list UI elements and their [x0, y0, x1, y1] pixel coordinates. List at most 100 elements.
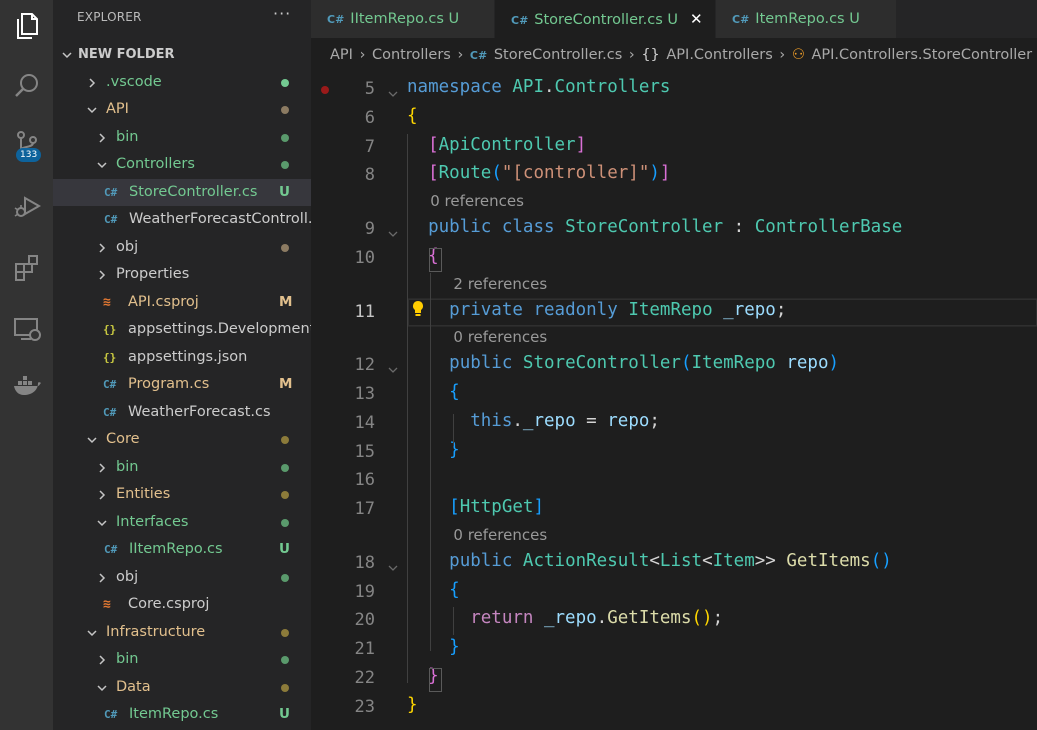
tab-label: StoreController.cs [534, 12, 663, 28]
tree-row[interactable]: C# ItemRepo.cs U [53, 701, 311, 728]
tree-row[interactable]: C# StoreController.cs U [53, 178, 311, 206]
line-number: 17 [354, 499, 375, 519]
chevron-right-icon[interactable] [96, 481, 108, 508]
editor-tab[interactable]: C# ItemRepo.cs U [716, 0, 896, 38]
fold-chevron-icon[interactable] [387, 559, 399, 571]
tree-row[interactable]: Controllers [53, 151, 311, 178]
tree-row[interactable]: bin [53, 454, 311, 481]
tree-row[interactable]: C# IItemRepo.cs U [53, 536, 311, 563]
breadcrumb-api[interactable]: API [330, 47, 353, 63]
tree-row[interactable]: obj [53, 564, 311, 591]
csharp-file-icon: C# [104, 543, 118, 556]
line-number: 8 [364, 165, 375, 185]
close-icon[interactable]: ✕ [690, 10, 703, 28]
csharp-file-icon: C# [327, 13, 345, 26]
codelens-references[interactable]: 0 references [430, 192, 524, 210]
docker-icon[interactable] [0, 362, 53, 410]
tree-item-label: Core.csproj [128, 596, 210, 612]
line-number: 11 [354, 302, 375, 322]
tree-row[interactable]: NEW FOLDER [53, 41, 311, 68]
chevron-right-icon[interactable] [96, 564, 108, 591]
codelens-references[interactable]: 0 references [453, 328, 547, 346]
fold-chevron-icon[interactable] [387, 361, 399, 373]
tree-row[interactable]: ≋ API.csproj M [53, 289, 311, 316]
breadcrumb-file[interactable]: StoreController.cs [494, 47, 622, 63]
remote-explorer-icon[interactable] [0, 304, 53, 352]
codelens-references[interactable]: 2 references [453, 275, 547, 293]
tree-row[interactable]: bin [53, 124, 311, 151]
chevron-right-icon[interactable] [96, 234, 108, 261]
code-line: public StoreController(ItemRepo repo) [449, 353, 840, 373]
tree-row[interactable]: Data [53, 674, 311, 701]
chevron-down-icon[interactable] [86, 619, 98, 646]
chevron-right-icon[interactable] [96, 454, 108, 481]
tree-row[interactable]: C# WeatherForecastControll... [53, 206, 311, 233]
breadcrumb-class[interactable]: API.Controllers.StoreController [811, 47, 1032, 63]
breadcrumb-namespace[interactable]: API.Controllers [666, 47, 772, 63]
csharp-file-icon: C# [104, 213, 118, 226]
breadcrumb-controllers[interactable]: Controllers [372, 47, 451, 63]
json-file-icon: {} [103, 350, 117, 364]
fold-chevron-icon[interactable] [387, 85, 399, 97]
codelens-references[interactable]: 0 references [453, 526, 547, 544]
editor-tab[interactable]: C# StoreController.cs U ✕ [495, 0, 715, 38]
tab-git-status: U [443, 11, 460, 27]
chevron-down-icon[interactable] [86, 96, 98, 123]
explorer-icon[interactable] [0, 2, 53, 50]
tree-item-label: bin [116, 458, 139, 475]
tree-row[interactable]: bin [53, 646, 311, 673]
code-line: public class StoreController : Controlle… [428, 217, 903, 237]
search-icon[interactable] [0, 62, 53, 110]
chevron-right-icon[interactable] [86, 69, 98, 96]
more-actions-icon[interactable]: ··· [273, 4, 291, 23]
indent-guide [407, 134, 408, 683]
tree-row[interactable]: ≋ Core.csproj [53, 591, 311, 618]
tree-row[interactable]: Infrastructure [53, 619, 311, 646]
line-number: 20 [354, 610, 375, 630]
editor-tabs: C# IItemRepo.cs U C# StoreController.cs U ✕ C… [311, 0, 1037, 38]
tree-row[interactable]: {} appsettings.json [53, 344, 311, 371]
extensions-icon[interactable] [0, 244, 53, 292]
tree-row[interactable]: API [53, 96, 311, 123]
tab-label: IItemRepo.cs [350, 11, 444, 27]
tab-label: ItemRepo.cs [755, 11, 845, 27]
tree-row[interactable]: {} appsettings.Development.j... [53, 316, 311, 343]
tree-row[interactable]: Core [53, 426, 311, 453]
tree-row[interactable]: .vscode [53, 69, 311, 96]
code-line: return _repo.GetItems(); [470, 608, 724, 628]
tree-row[interactable]: C# WeatherForecast.cs [53, 399, 311, 426]
class-icon: ⚇ [791, 47, 805, 63]
line-number: 15 [354, 442, 375, 462]
chevron-right-icon: › [359, 47, 366, 63]
tree-row[interactable]: Interfaces [53, 509, 311, 536]
tree-item-label: obj [116, 238, 139, 255]
run-debug-icon[interactable] [0, 182, 53, 230]
fold-chevron-icon[interactable] [387, 225, 399, 237]
git-status-dot [281, 573, 289, 582]
code-editor[interactable]: 5 namespace API.Controllers 6 {7 [ApiContro… [311, 72, 1037, 730]
tree-row[interactable]: Entities [53, 481, 311, 508]
line-number: 9 [364, 219, 375, 239]
chevron-down-icon[interactable] [96, 674, 108, 701]
chevron-right-icon: › [779, 47, 786, 63]
bracket-match-box [429, 248, 443, 272]
editor-tab[interactable]: C# IItemRepo.cs U [311, 0, 494, 38]
chevron-right-icon[interactable] [96, 646, 108, 673]
chevron-down-icon[interactable] [96, 151, 108, 178]
indent-guide [453, 607, 455, 635]
chevron-down-icon[interactable] [96, 509, 108, 536]
tree-row[interactable]: obj [53, 234, 311, 261]
tree-item-label: NEW FOLDER [78, 47, 175, 62]
tree-item-label: bin [116, 651, 139, 667]
tree-item-label: Core [106, 431, 140, 447]
tree-row[interactable]: Properties [53, 261, 311, 288]
chevron-right-icon[interactable] [96, 124, 108, 151]
git-status-dot [281, 161, 289, 169]
rss-file-icon: ≋ [103, 294, 111, 310]
chevron-right-icon[interactable] [96, 261, 108, 288]
csharp-file-icon: C# [103, 378, 117, 391]
chevron-down-icon[interactable] [61, 41, 73, 68]
tree-row[interactable]: C# Program.cs M [53, 371, 311, 398]
chevron-down-icon[interactable] [86, 426, 98, 453]
tree-item-label: StoreController.cs [129, 183, 258, 200]
